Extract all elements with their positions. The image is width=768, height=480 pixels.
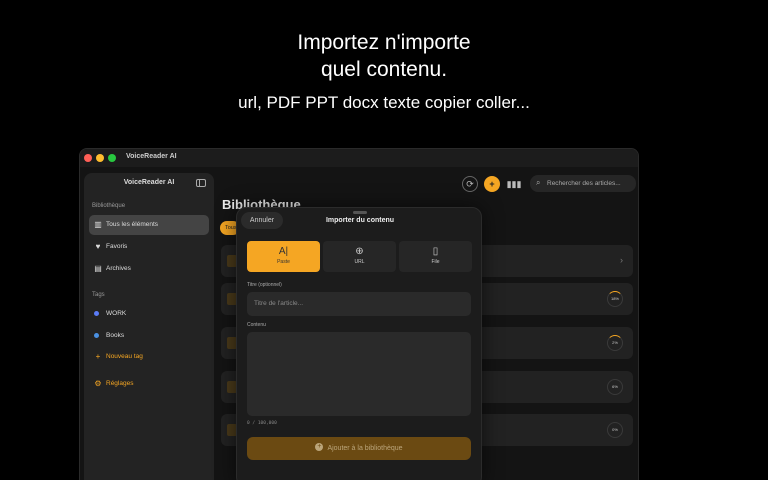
sidebar-new-tag-button[interactable]: + Nouveau tag [89, 347, 209, 367]
archive-icon: ▤ [94, 264, 102, 273]
plus-icon: + [95, 352, 101, 361]
sidebar-toggle-icon[interactable] [196, 179, 206, 187]
add-to-library-button[interactable]: + Ajouter à la bibliothèque [247, 437, 471, 460]
window-title: VoiceReader AI [126, 153, 177, 160]
progress-ring: 2% [607, 335, 623, 351]
file-icon: ▯ [432, 246, 439, 257]
sheet-grabber [353, 211, 367, 214]
sidebar-app-name: VoiceReader AI [123, 179, 175, 186]
sidebar-item-favorites[interactable]: ♥ Favoris [89, 237, 209, 257]
sidebar-tag-work[interactable]: WORK [89, 304, 209, 324]
title-field-label: Titre (optionnel) [247, 282, 282, 288]
progress-ring: 0% [607, 422, 623, 438]
import-mode-file[interactable]: ▯ File [399, 241, 472, 272]
import-mode-url[interactable]: ⊕ URL [323, 241, 396, 272]
sidebar: VoiceReader AI Bibliothèque ▥ Tous les é… [84, 173, 214, 480]
promo-subtitle: url, PDF PPT docx texte copier coller... [238, 93, 530, 112]
import-mode-label: File [431, 259, 440, 265]
import-mode-paste[interactable]: A| Paste [247, 241, 320, 272]
sidebar-section-library: Bibliothèque [92, 203, 126, 209]
search-icon: ⌕ [536, 178, 541, 187]
modal-title: Importer du contenu [325, 217, 395, 224]
character-counter: 0 / 100,000 [247, 421, 277, 426]
sidebar-item-label: Réglages [106, 380, 134, 387]
sidebar-tag-books[interactable]: Books [89, 326, 209, 346]
zoom-window-button[interactable] [108, 154, 116, 162]
search-input[interactable]: ⌕ Rechercher des articles... [530, 175, 636, 192]
sidebar-tag-label: Books [106, 332, 125, 339]
close-window-button[interactable] [84, 154, 92, 162]
minimize-window-button[interactable] [96, 154, 104, 162]
add-icon[interactable]: + [484, 176, 500, 192]
content-field-label: Contenu [247, 322, 266, 328]
gear-icon: ⚙ [94, 379, 102, 388]
search-placeholder: Rechercher des articles... [547, 180, 621, 187]
sidebar-settings[interactable]: ⚙ Réglages [89, 374, 209, 394]
chevron-right-icon: › [620, 255, 623, 265]
stats-icon[interactable]: ▮▮▮ [506, 176, 522, 192]
add-to-library-label: Ajouter à la bibliothèque [327, 445, 403, 452]
tag-color-dot [94, 333, 99, 338]
sync-icon[interactable]: ⟳ [462, 176, 478, 192]
progress-ring: 18% [607, 291, 623, 307]
import-mode-label: Paste [277, 259, 290, 265]
progress-ring: 6% [607, 379, 623, 395]
title-input[interactable]: Titre de l'article... [247, 292, 471, 316]
sidebar-item-label: Tous les éléments [106, 221, 159, 228]
import-modal: Annuler Importer du contenu A| Paste ⊕ U… [236, 207, 482, 480]
tag-color-dot [94, 311, 99, 316]
import-mode-label: URL [354, 259, 365, 265]
content-textarea[interactable] [247, 332, 471, 416]
sidebar-item-label: Nouveau tag [106, 353, 143, 360]
sidebar-tag-label: WORK [106, 310, 127, 317]
globe-icon: ⊕ [355, 246, 364, 257]
sidebar-item-label: Archives [106, 265, 131, 272]
sidebar-section-tags: Tags [92, 292, 105, 298]
heart-icon: ♥ [95, 242, 101, 251]
sidebar-item-all[interactable]: ▥ Tous les éléments [89, 215, 209, 235]
library-icon: ▥ [94, 220, 102, 229]
promo-headline-line1: Importez n'importe [297, 31, 471, 54]
sidebar-item-archives[interactable]: ▤ Archives [89, 259, 209, 279]
paste-icon: A| [278, 246, 289, 257]
title-bar: VoiceReader AI [80, 149, 638, 167]
sidebar-item-label: Favoris [106, 243, 128, 250]
plus-circle-icon: + [315, 443, 324, 452]
promo-headline-line2: quel contenu. [320, 58, 448, 81]
